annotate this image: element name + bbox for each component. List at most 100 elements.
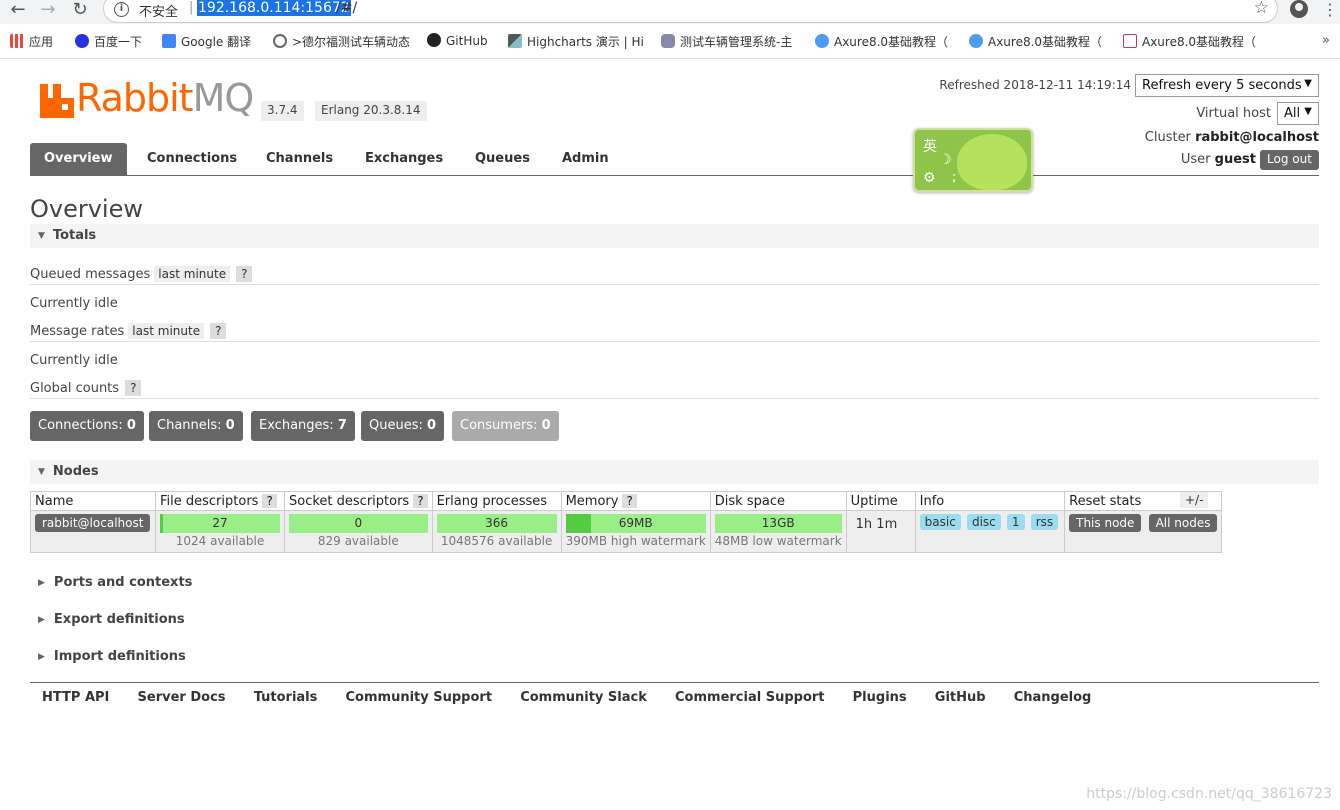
back-icon[interactable]: ←: [6, 0, 30, 20]
info-basic-badge[interactable]: basic: [919, 514, 961, 530]
info-disc-badge[interactable]: disc: [966, 514, 1001, 530]
bookmark-item[interactable]: >德尔福测试车辆动态: [273, 33, 410, 50]
bookmarks-overflow-icon[interactable]: »: [1322, 33, 1330, 48]
socket-descriptors-bar: 0: [289, 514, 428, 533]
chrome-divider: [0, 58, 1340, 59]
help-button[interactable]: ?: [210, 323, 227, 339]
consumers-count[interactable]: Consumers: 0: [452, 411, 559, 441]
nodes-section-header[interactable]: ▼ Nodes: [30, 460, 1319, 484]
browser-toolbar: ← → ↻ i 不安全 | 192.168.0.114:15672 /#/ ☆ …: [0, 0, 1340, 24]
url-path: /#/: [336, 0, 358, 16]
bookmark-item[interactable]: 百度一下: [75, 33, 142, 50]
address-bar[interactable]: i 不安全 | 192.168.0.114:15672 /#/ ☆: [103, 0, 1278, 23]
rabbitmq-logo-icon: [40, 84, 74, 118]
channels-count[interactable]: Channels: 0: [149, 411, 243, 441]
help-button[interactable]: ?: [236, 266, 253, 282]
tab-overview[interactable]: Overview: [30, 143, 127, 175]
bar-fill: [160, 514, 164, 533]
bookmark-item[interactable]: Google 翻译: [162, 33, 251, 50]
import-definitions-section[interactable]: ▶ Import definitions: [38, 649, 186, 664]
totals-section-header[interactable]: ▼ Totals: [30, 224, 1319, 248]
footer-link-changelog[interactable]: Changelog: [1014, 690, 1092, 705]
tab-queues[interactable]: Queues: [461, 143, 544, 175]
rates-range-selector[interactable]: last minute: [128, 323, 205, 339]
google-translate-icon: [162, 34, 176, 48]
connections-count[interactable]: Connections: 0: [30, 411, 144, 441]
column-header: Uptime: [845, 491, 916, 511]
footer-link-community-slack[interactable]: Community Slack: [520, 690, 647, 705]
forward-icon[interactable]: →: [36, 0, 60, 20]
axure-icon: [815, 34, 829, 48]
footer-link-server-docs[interactable]: Server Docs: [138, 690, 226, 705]
baidu-icon: [75, 34, 89, 48]
idle-text: Currently idle: [30, 296, 118, 311]
browser-menu-icon[interactable]: ⋮: [1322, 0, 1338, 19]
node-name-link[interactable]: rabbit@localhost: [35, 514, 151, 532]
page-title: Overview: [30, 195, 143, 223]
divider: [30, 341, 1319, 342]
tab-admin[interactable]: Admin: [548, 143, 623, 175]
tab-channels[interactable]: Channels: [252, 143, 347, 175]
help-button[interactable]: ?: [262, 493, 277, 508]
version-badge: 3.7.4: [261, 101, 304, 121]
divider: [30, 398, 1319, 399]
help-button[interactable]: ?: [125, 380, 142, 396]
table-row: rabbit@localhost 27 1024 available 0 829…: [30, 510, 1223, 553]
bookmark-item[interactable]: Axure8.0基础教程（: [1123, 33, 1256, 50]
bookmark-item[interactable]: GitHub: [427, 33, 488, 48]
exchanges-count[interactable]: Exchanges: 7: [251, 411, 355, 441]
global-counts-row: Global counts?: [30, 380, 142, 396]
bookmark-item[interactable]: Axure8.0基础教程（: [815, 33, 948, 50]
ports-and-contexts-section[interactable]: ▶ Ports and contexts: [38, 575, 192, 590]
export-definitions-section[interactable]: ▶ Export definitions: [38, 612, 185, 627]
footer-link-github[interactable]: GitHub: [935, 690, 986, 705]
column-header: Memory?: [560, 491, 711, 511]
bookmark-item[interactable]: Axure8.0基础教程（: [969, 33, 1102, 50]
footer-divider: [30, 682, 1319, 683]
info-rss-badge[interactable]: rss: [1030, 514, 1059, 530]
column-toggle-button[interactable]: +/-: [1180, 492, 1209, 508]
column-header: Info: [914, 491, 1066, 511]
virtual-host-select[interactable]: All ▼: [1277, 102, 1319, 125]
info-count-badge[interactable]: 1: [1006, 514, 1025, 530]
main-tabs: Overview Connections Channels Exchanges …: [30, 143, 1319, 176]
watermark-text: 48MB low watermark: [714, 534, 842, 548]
bookmark-item[interactable]: Highcharts 演示 | Hi: [508, 33, 644, 50]
footer-link-commercial-support[interactable]: Commercial Support: [675, 690, 825, 705]
footer-link-community-support[interactable]: Community Support: [346, 690, 493, 705]
footer-link-tutorials[interactable]: Tutorials: [254, 690, 318, 705]
column-header: File descriptors?: [155, 491, 285, 511]
help-button[interactable]: ?: [413, 493, 428, 508]
footer-link-http-api[interactable]: HTTP API: [42, 690, 109, 705]
moon-icon[interactable]: ☽: [939, 152, 952, 168]
caret-down-icon: ▼: [1304, 78, 1312, 89]
reload-icon[interactable]: ↻: [68, 0, 92, 20]
memory-bar: 69MB: [565, 514, 706, 533]
reset-this-node-button[interactable]: This node: [1069, 514, 1142, 532]
account-icon[interactable]: [1290, 0, 1308, 18]
queues-count[interactable]: Queues: 0: [361, 411, 445, 441]
tab-connections[interactable]: Connections: [133, 143, 251, 175]
help-button[interactable]: ?: [622, 493, 637, 508]
divider: [30, 284, 1319, 285]
github-icon: [427, 33, 441, 47]
punctuation-icon[interactable]: ;: [952, 170, 956, 185]
bookmark-item[interactable]: 测试车辆管理系统-主: [661, 33, 792, 50]
triangle-down-icon: ▼: [38, 467, 45, 477]
ime-language-icon[interactable]: 英: [923, 136, 937, 156]
ime-floating-toolbar[interactable]: 英 ☽ ⚙ ;: [913, 128, 1033, 192]
message-rates-row: Message rates last minute?: [30, 323, 227, 339]
available-text: 1048576 available: [440, 534, 553, 548]
refresh-interval-select[interactable]: Refresh every 5 seconds ▼: [1135, 74, 1319, 97]
bookmark-star-icon[interactable]: ☆: [1254, 0, 1269, 18]
info-icon[interactable]: i: [114, 2, 129, 17]
queued-range-selector[interactable]: last minute: [154, 266, 231, 282]
watermark-text: https://blog.csdn.net/qq_38616723: [1086, 786, 1332, 802]
gear-icon[interactable]: ⚙: [923, 170, 936, 186]
bookmark-item[interactable]: 应用: [10, 33, 53, 50]
file-descriptors-bar: 27: [160, 514, 280, 533]
triangle-right-icon: ▶: [38, 578, 45, 588]
reset-all-nodes-button[interactable]: All nodes: [1148, 514, 1218, 532]
tab-exchanges[interactable]: Exchanges: [351, 143, 457, 175]
footer-link-plugins[interactable]: Plugins: [853, 690, 907, 705]
